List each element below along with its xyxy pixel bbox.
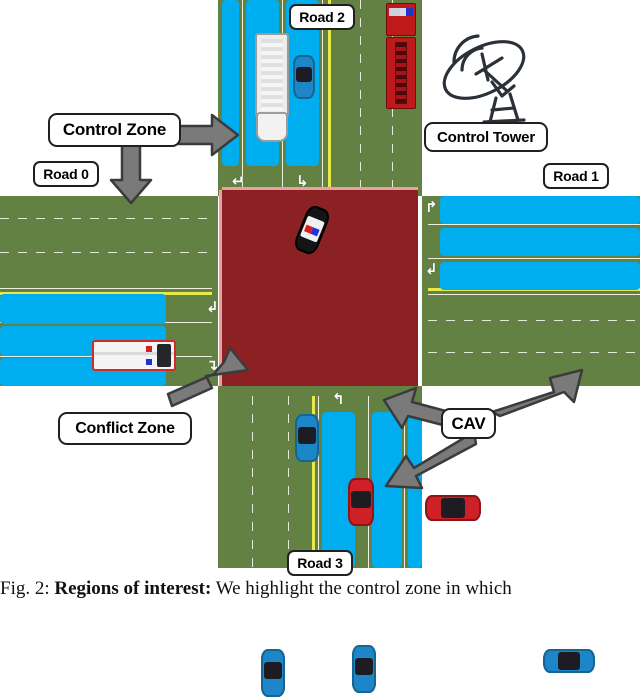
arrow-control-zone-down (108, 140, 154, 206)
road-2-lane-divider-1 (242, 0, 243, 190)
road-0-lane-dash-2 (0, 218, 212, 219)
ambulance-light-blue (146, 358, 152, 365)
light-bar-blue (405, 8, 413, 17)
caption-prefix: Fig. 2: (0, 578, 55, 599)
car-roof (354, 658, 374, 675)
car-roof (557, 651, 581, 671)
car-roof (295, 67, 313, 83)
callout-control-tower-label: Control Tower (437, 128, 535, 146)
road-2-lane-dash-1 (360, 0, 361, 190)
fire-truck-road2-cab (386, 3, 416, 36)
arrow-conflict-zone (166, 344, 254, 412)
road-1-lane-divider-1 (428, 224, 640, 225)
lane-glyph-road2-left: ↵ (232, 172, 245, 190)
lane-glyph-road0-up: ↲ (206, 298, 219, 316)
road-label-road-3[interactable]: Road 3 (287, 550, 353, 576)
lane-glyph-road3-left: ↰ (332, 390, 345, 408)
caption-bold: Regions of interest: (54, 578, 212, 599)
figure-regions-of-interest: ↵ ↳ ↱ ↲ ↲ ↴ ↰ Control Zone Control Tower… (0, 0, 640, 697)
road-label-road-1-text: Road 1 (553, 168, 599, 184)
lane-glyph-road2-right: ↳ (296, 172, 309, 190)
callout-conflict-zone-label: Conflict Zone (75, 419, 175, 437)
blue-car-road3-incoming (352, 645, 376, 693)
road-label-road-1[interactable]: Road 1 (543, 163, 609, 189)
road-1-control-lane-2 (440, 228, 640, 256)
road-label-road-2-text: Road 2 (299, 9, 345, 25)
road-label-road-2[interactable]: Road 2 (289, 4, 355, 30)
car-roof (263, 662, 283, 679)
light-bar-white (389, 8, 401, 17)
road-0-center-line-edge (0, 288, 212, 289)
callout-conflict-zone[interactable]: Conflict Zone (58, 412, 192, 445)
white-truck-road2-trailer (255, 33, 289, 117)
callout-control-zone[interactable]: Control Zone (48, 113, 181, 147)
car-roof (297, 427, 317, 444)
car-roof (440, 498, 466, 518)
car-roof (351, 491, 371, 508)
blue-car-road1-outgoing (543, 649, 595, 673)
conflict-zone-edge-top (222, 187, 418, 190)
caption-rest: We highlight the control zone in which (211, 578, 512, 599)
road-label-road-0-text: Road 0 (43, 166, 89, 182)
blue-car-road3-outgoing (261, 649, 285, 697)
callout-control-zone-label: Control Zone (62, 120, 167, 139)
fire-truck-ladder (395, 42, 407, 104)
road-1-lane-dash-1 (428, 320, 640, 321)
arrow-control-zone-right (176, 112, 242, 158)
arrow-cav-blue-car-road1 (488, 362, 584, 420)
callout-control-tower[interactable]: Control Tower (424, 122, 548, 152)
road-0-control-lane-1 (0, 294, 166, 324)
road-1-lane-divider-2 (428, 258, 640, 259)
road-1-center-line-edge (428, 294, 640, 295)
road-3-lane-dash-1 (252, 396, 253, 568)
callout-cav-label: CAV (451, 413, 486, 433)
lane-glyph-road1-down: ↲ (425, 260, 438, 278)
road-1-lane-dash-2 (428, 352, 640, 353)
lane-glyph-road1-up: ↱ (425, 198, 438, 216)
road-label-road-3-text: Road 3 (297, 555, 343, 571)
road-0-lane-dash-1 (0, 252, 212, 253)
road-label-road-0[interactable]: Road 0 (33, 161, 99, 187)
white-truck-road2-cab (256, 112, 288, 142)
figure-caption: Fig. 2: Regions of interest: We highligh… (0, 578, 640, 606)
callout-cav[interactable]: CAV (441, 408, 496, 439)
truck-ribs (261, 39, 283, 111)
ambulance-road0 (92, 340, 176, 371)
fire-truck-light-bar (389, 8, 413, 17)
red-car-road3 (348, 478, 374, 526)
blue-car-conflict-zone (295, 414, 319, 462)
road-3-lane-dash-2 (288, 396, 289, 568)
road-1-control-lane-3 (440, 262, 640, 290)
red-car-road1 (425, 495, 481, 521)
fire-truck-road2-body (386, 37, 416, 109)
blue-car-road2 (293, 55, 315, 99)
ambulance-light-red (146, 346, 152, 353)
road-1-control-lane-1 (440, 196, 640, 224)
